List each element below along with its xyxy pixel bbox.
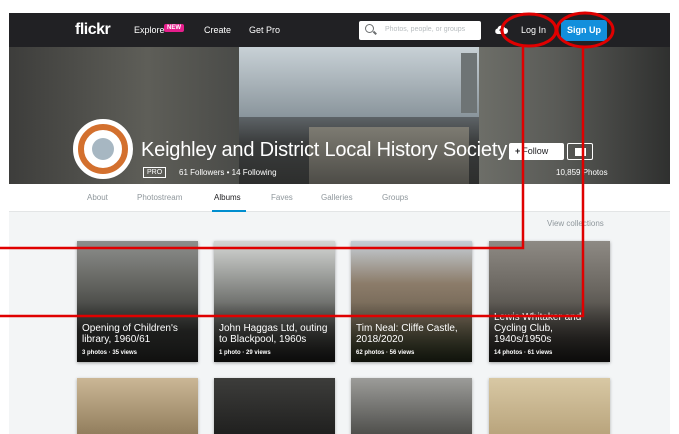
explore-new-badge: NEW: [164, 24, 184, 32]
follow-button[interactable]: + Follow: [509, 143, 564, 160]
nav-create[interactable]: Create: [204, 25, 231, 35]
tab-about[interactable]: About: [87, 193, 108, 202]
album-meta: 3 photos · 35 views: [82, 350, 138, 356]
album-card[interactable]: [489, 378, 610, 434]
stats-separator: •: [226, 168, 230, 177]
album-card[interactable]: [214, 378, 335, 434]
pro-badge: PRO: [143, 167, 167, 178]
album-card[interactable]: [77, 378, 198, 434]
cover-sky: [239, 47, 499, 117]
album-card[interactable]: [351, 378, 472, 434]
tab-albums[interactable]: Albums: [214, 193, 241, 202]
mail-icon: [575, 148, 586, 156]
group-avatar[interactable]: [73, 119, 133, 179]
tab-photostream[interactable]: Photostream: [137, 193, 182, 202]
search-placeholder[interactable]: Photos, people, or groups: [385, 26, 465, 33]
follow-label: Follow: [522, 146, 549, 156]
tab-faves[interactable]: Faves: [271, 193, 293, 202]
cover-clock-tower: [461, 53, 477, 113]
profile-name: Keighley and District Local History Soci…: [141, 139, 507, 161]
plus-icon: +: [515, 146, 521, 156]
following-count[interactable]: 14 Following: [232, 168, 277, 177]
album-title: John Haggas Ltd, outing to Blackpool, 19…: [219, 323, 328, 345]
browser-page: flickr Explore NEW Create Get Pro Photos…: [9, 13, 670, 434]
search-box[interactable]: Photos, people, or groups: [359, 21, 481, 40]
album-title: Opening of Children's library, 1960/61: [82, 323, 178, 345]
message-button[interactable]: [567, 143, 593, 160]
nav-explore[interactable]: Explore: [134, 25, 165, 35]
album-card[interactable]: Opening of Children's library, 1960/61 3…: [77, 241, 198, 362]
avatar-emblem: [92, 138, 114, 160]
flickr-logo[interactable]: flickr: [75, 21, 111, 39]
cover-buildings-right: [479, 47, 670, 184]
album-title: Lewis Whitaker and Cycling Club, 1940s/1…: [494, 312, 582, 345]
album-meta: 62 photos · 56 views: [356, 350, 415, 356]
followers-count[interactable]: 61 Followers: [179, 168, 224, 177]
search-icon[interactable]: [365, 24, 374, 33]
tab-galleries[interactable]: Galleries: [321, 193, 353, 202]
album-card[interactable]: John Haggas Ltd, outing to Blackpool, 19…: [214, 241, 335, 362]
album-card[interactable]: Tim Neal: Cliffe Castle, 2018/2020 62 ph…: [351, 241, 472, 362]
album-card[interactable]: Lewis Whitaker and Cycling Club, 1940s/1…: [489, 241, 610, 362]
profile-tabs: About Photostream Albums Faves Galleries…: [9, 184, 670, 212]
active-tab-indicator: [212, 210, 246, 212]
log-in-link[interactable]: Log In: [521, 25, 546, 35]
cover-photo: Keighley and District Local History Soci…: [9, 47, 670, 184]
album-title: Tim Neal: Cliffe Castle, 2018/2020: [356, 323, 458, 345]
tab-groups[interactable]: Groups: [382, 193, 408, 202]
nav-get-pro[interactable]: Get Pro: [249, 25, 280, 35]
photo-count: 10,859 Photos: [556, 168, 608, 177]
follow-stats: 61 Followers • 14 Following: [179, 168, 277, 177]
album-meta: 14 photos · 61 views: [494, 350, 553, 356]
view-collections-link[interactable]: View collections: [547, 219, 604, 228]
sign-up-button[interactable]: Sign Up: [561, 20, 607, 41]
cloud-upload-icon[interactable]: [494, 24, 508, 35]
album-meta: 1 photo · 29 views: [219, 350, 271, 356]
top-navigation-bar: flickr Explore NEW Create Get Pro Photos…: [9, 13, 670, 47]
